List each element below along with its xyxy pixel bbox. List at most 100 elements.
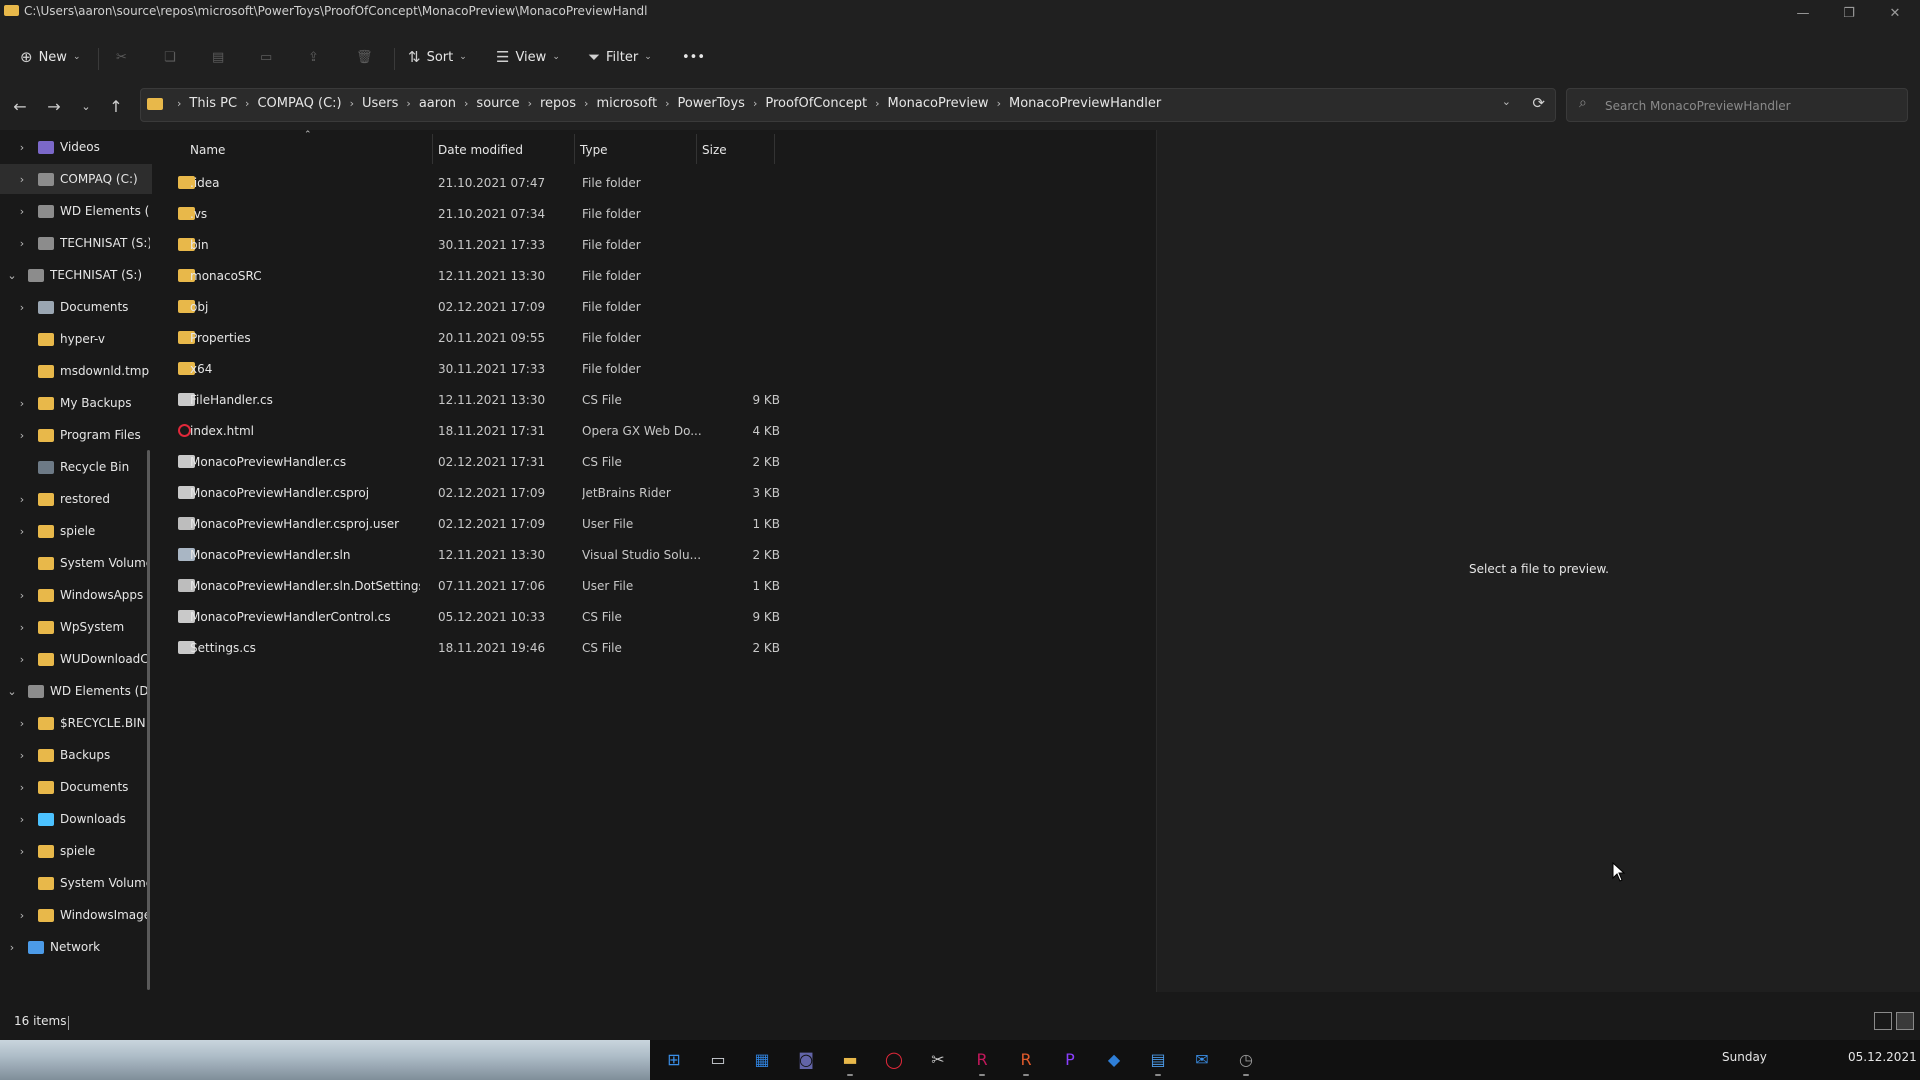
file-row[interactable]: MonacoPreviewHandler.csproj.user 02.12.20…: [172, 509, 932, 539]
breadcrumb-item[interactable]: This PC: [189, 96, 237, 111]
nav-item[interactable]: Recycle Bin: [0, 452, 152, 482]
file-row[interactable]: MonacoPreviewHandlerControl.cs 05.12.2021…: [172, 602, 932, 632]
nav-item[interactable]: › Documents: [0, 772, 152, 802]
chevron-right-icon[interactable]: ›: [16, 525, 28, 538]
breadcrumb-item[interactable]: PowerToys: [677, 96, 744, 111]
column-header-size[interactable]: Size: [702, 138, 727, 162]
chevron-down-icon[interactable]: ⌄: [6, 685, 18, 698]
maximize-button[interactable]: ❐: [1826, 0, 1872, 28]
address-history-chevron-icon[interactable]: ⌄: [1502, 95, 1511, 108]
up-arrow-icon[interactable]: ↑: [102, 94, 130, 120]
chevron-right-icon[interactable]: ›: [16, 813, 28, 826]
nav-item[interactable]: › Network: [0, 932, 152, 962]
share-button[interactable]: ⇪: [308, 42, 319, 72]
breadcrumb-separator-icon[interactable]: ›: [753, 97, 757, 110]
file-row[interactable]: .idea 21.10.2021 07:47 File folder: [172, 168, 932, 198]
nav-item[interactable]: › My Backups: [0, 388, 152, 418]
breadcrumb-item[interactable]: MonacoPreviewHandler: [1009, 96, 1161, 111]
nav-item[interactable]: › spiele: [0, 836, 152, 866]
breadcrumb-separator-icon[interactable]: ›: [350, 97, 354, 110]
nav-item[interactable]: › TECHNISAT (S:): [0, 228, 152, 258]
widgets-icon[interactable]: ▦: [748, 1046, 776, 1074]
breadcrumb-separator-icon[interactable]: ›: [464, 97, 468, 110]
task-view-icon[interactable]: ▭: [704, 1046, 732, 1074]
start-icon[interactable]: ⊞: [660, 1046, 688, 1074]
breadcrumb-separator-icon[interactable]: ›: [997, 97, 1001, 110]
nav-item[interactable]: › WindowsImage: [0, 900, 152, 930]
nav-item[interactable]: ⌄ TECHNISAT (S:): [0, 260, 152, 290]
rename-button[interactable]: ▭: [260, 42, 272, 72]
breadcrumb-item[interactable]: COMPAQ (C:): [257, 96, 341, 111]
view-button[interactable]: ☰ View ⌄: [496, 42, 560, 72]
address-bar[interactable]: › This PC › COMPAQ (C:) › Users › aaron › source ›…: [140, 88, 1556, 122]
nav-item[interactable]: System Volume: [0, 868, 152, 898]
breadcrumb-separator-icon[interactable]: ›: [584, 97, 588, 110]
breadcrumb-item[interactable]: source: [476, 96, 519, 111]
breadcrumb-item[interactable]: Users: [362, 96, 398, 111]
nav-item[interactable]: › COMPAQ (C:): [0, 164, 152, 194]
nav-item[interactable]: › Documents: [0, 292, 152, 322]
nav-item[interactable]: › $RECYCLE.BIN: [0, 708, 152, 738]
chevron-right-icon[interactable]: ›: [16, 781, 28, 794]
breadcrumb-item[interactable]: repos: [540, 96, 576, 111]
column-divider[interactable]: [574, 134, 575, 164]
chevron-right-icon[interactable]: ›: [16, 749, 28, 762]
nav-item[interactable]: msdownld.tmp: [0, 356, 152, 386]
column-divider[interactable]: [774, 134, 775, 164]
chevron-right-icon[interactable]: ›: [16, 205, 28, 218]
clock-date[interactable]: 05.12.2021: [1848, 1050, 1917, 1064]
chevron-right-icon[interactable]: ›: [16, 845, 28, 858]
mail-icon[interactable]: ✉: [1188, 1046, 1216, 1074]
nav-item[interactable]: › Videos: [0, 132, 152, 162]
details-view-icon[interactable]: [1874, 1012, 1892, 1030]
column-divider[interactable]: [696, 134, 697, 164]
chevron-right-icon[interactable]: ›: [16, 301, 28, 314]
nav-item[interactable]: › WUDownloadC: [0, 644, 152, 674]
file-row[interactable]: MonacoPreviewHandler.sln.DotSettings....…: [172, 571, 932, 601]
cut-button[interactable]: ✂: [116, 42, 127, 72]
chevron-right-icon[interactable]: ›: [16, 141, 28, 154]
snipping-tool-icon[interactable]: ✂: [924, 1046, 952, 1074]
close-button[interactable]: ✕: [1872, 0, 1918, 28]
recent-locations-chevron-icon[interactable]: ⌄: [72, 94, 100, 120]
file-row[interactable]: .vs 21.10.2021 07:34 File folder: [172, 199, 932, 229]
chevron-right-icon[interactable]: ›: [16, 717, 28, 730]
teams-chat-icon[interactable]: ◙: [792, 1046, 820, 1074]
new-button[interactable]: ⊕ New ⌄: [20, 42, 80, 72]
nav-item[interactable]: › Downloads: [0, 804, 152, 834]
navigation-pane-scrollbar[interactable]: [147, 450, 150, 990]
file-row[interactable]: monacoSRC 12.11.2021 13:30 File folder: [172, 261, 932, 291]
forward-arrow-icon[interactable]: →: [40, 94, 68, 120]
delete-button[interactable]: 🗑: [356, 42, 373, 72]
nav-item[interactable]: › restored: [0, 484, 152, 514]
chevron-right-icon[interactable]: ›: [6, 941, 18, 954]
nav-item[interactable]: › WD Elements (I: [0, 196, 152, 226]
breadcrumb-item[interactable]: aaron: [419, 96, 456, 111]
chevron-right-icon[interactable]: ›: [16, 621, 28, 634]
refresh-icon[interactable]: ⟳: [1532, 94, 1545, 112]
notepad-icon[interactable]: ▤: [1144, 1046, 1172, 1074]
clock-day[interactable]: Sunday: [1722, 1050, 1767, 1064]
file-row[interactable]: x64 30.11.2021 17:33 File folder: [172, 354, 932, 384]
chevron-right-icon[interactable]: ›: [16, 397, 28, 410]
chevron-down-icon[interactable]: ⌄: [6, 269, 18, 282]
file-row[interactable]: MonacoPreviewHandler.csproj 02.12.2021 17…: [172, 478, 932, 508]
file-row[interactable]: FileHandler.cs 12.11.2021 13:30 CS File 9 K…: [172, 385, 932, 415]
opera-gx-icon[interactable]: ◯: [880, 1046, 908, 1074]
breadcrumb-item[interactable]: ProofOfConcept: [765, 96, 867, 111]
nav-item[interactable]: › spiele: [0, 516, 152, 546]
nav-item[interactable]: › Backups: [0, 740, 152, 770]
minimize-button[interactable]: —: [1780, 0, 1826, 28]
more-options-button[interactable]: •••: [682, 42, 705, 72]
nav-item[interactable]: › WindowsApps: [0, 580, 152, 610]
chevron-right-icon[interactable]: ›: [16, 589, 28, 602]
breadcrumb-item[interactable]: MonacoPreview: [887, 96, 988, 111]
paste-button[interactable]: ▤: [212, 42, 224, 72]
filter-button[interactable]: ⏷ Filter ⌄: [588, 42, 652, 72]
nav-item[interactable]: › WpSystem: [0, 612, 152, 642]
phpstorm-icon[interactable]: P: [1056, 1046, 1084, 1074]
column-header-type[interactable]: Type: [580, 138, 608, 162]
breadcrumb-separator-icon[interactable]: ›: [245, 97, 249, 110]
search-input[interactable]: [1603, 95, 1897, 117]
large-icons-view-icon[interactable]: [1896, 1012, 1914, 1030]
